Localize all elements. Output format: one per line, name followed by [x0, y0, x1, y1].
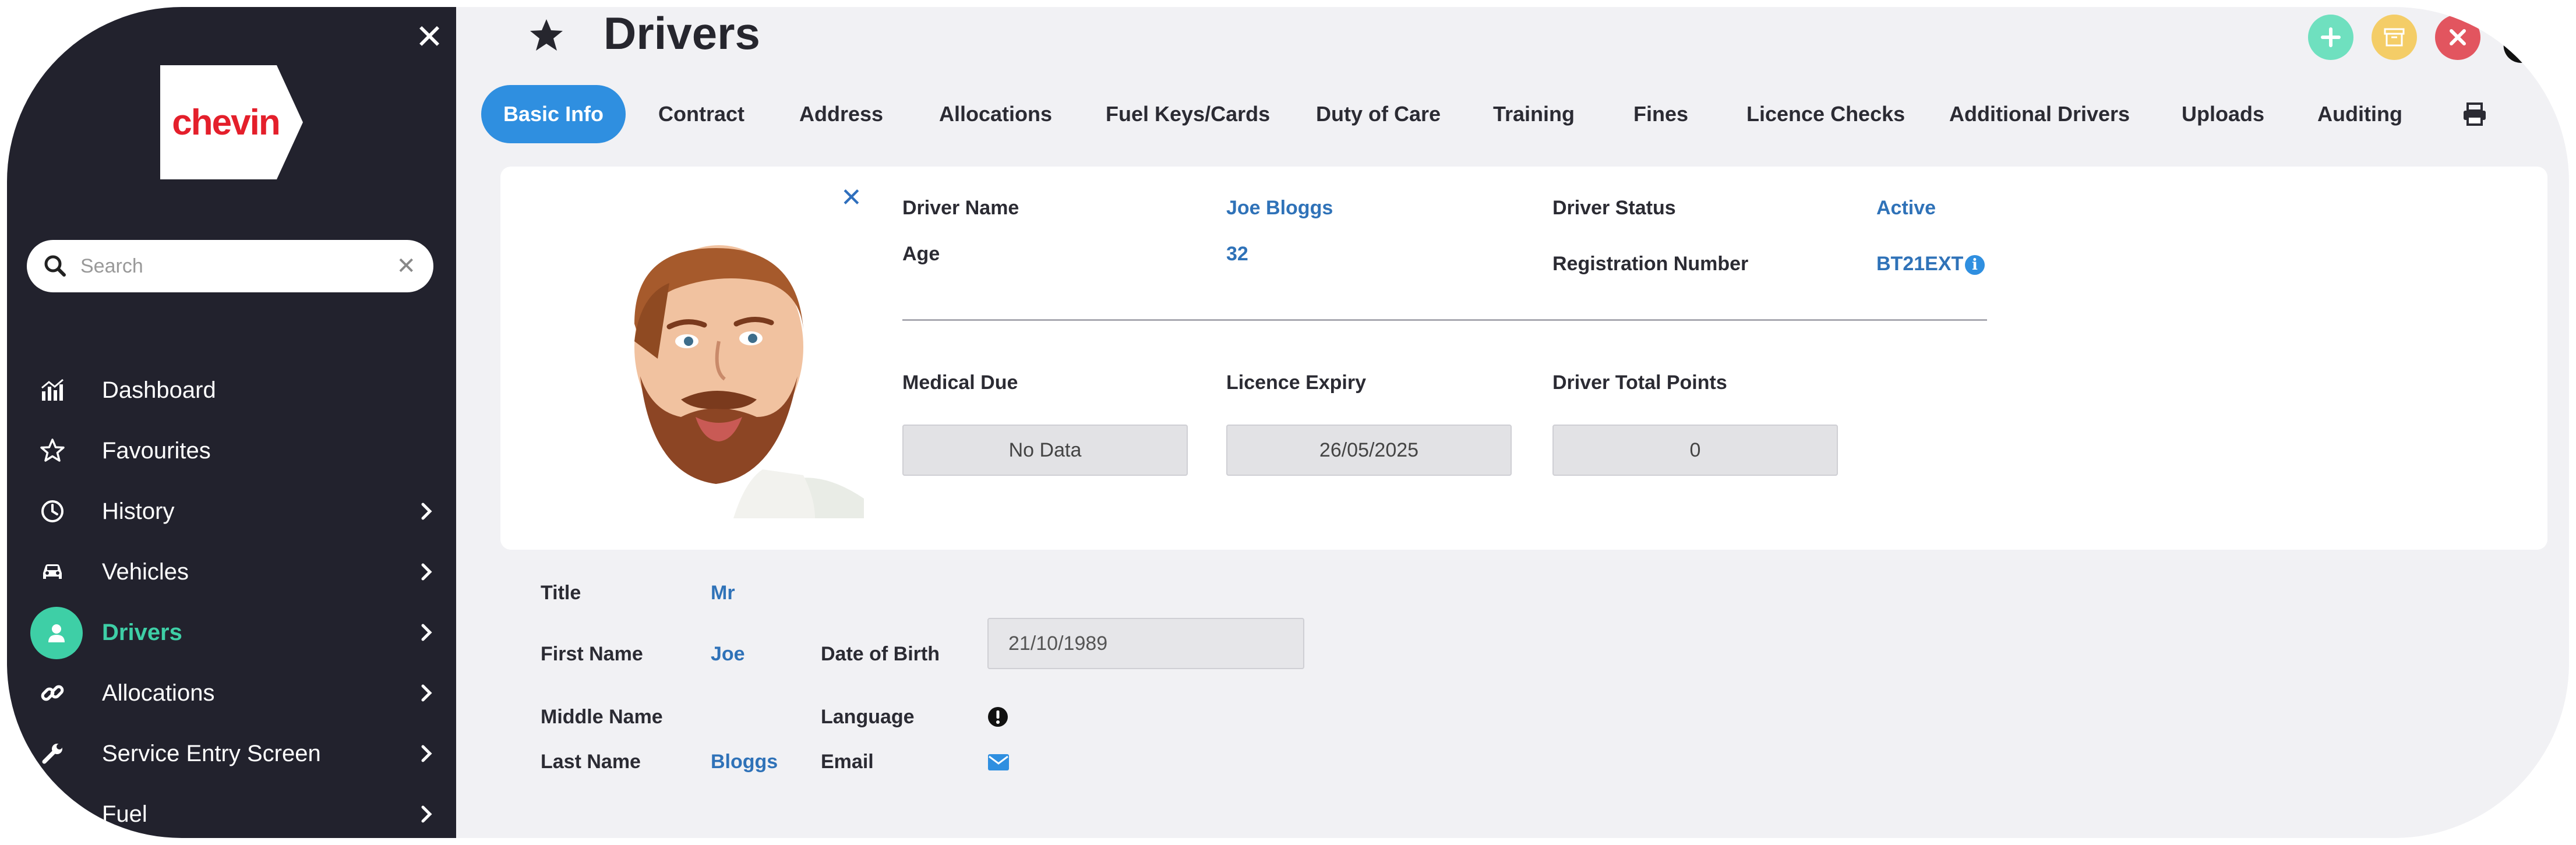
registration-label: Registration Number	[1552, 253, 1749, 275]
tab-basic-info[interactable]: Basic Info	[481, 85, 626, 143]
warning-icon	[988, 707, 1008, 727]
sidebar-item-history[interactable]: History	[7, 481, 456, 542]
add-icon	[2321, 27, 2341, 47]
tab-auditing[interactable]: Auditing	[2317, 85, 2402, 143]
archive-button[interactable]	[2372, 15, 2417, 60]
email-icon[interactable]	[987, 754, 1010, 771]
chevron-right-icon	[421, 745, 432, 762]
title-label: Title	[541, 582, 581, 604]
language-label: Language	[821, 706, 915, 728]
dashboard-icon	[37, 375, 68, 405]
sidebar-item-favourites[interactable]: Favourites	[7, 420, 456, 481]
sidebar-item-fuel[interactable]: Fuel	[7, 784, 456, 838]
licence-expiry-label: Licence Expiry	[1226, 372, 1367, 394]
driver-status-value: Active	[1876, 197, 1936, 219]
fuel-icon	[37, 799, 68, 829]
driver-name-value[interactable]: Joe Bloggs	[1226, 197, 1333, 220]
driver-summary-card: ✕ Driver Name Joe Bloggs Age 32 Driver S…	[500, 167, 2547, 550]
archive-icon	[2384, 28, 2405, 47]
logo-text: chevin	[172, 102, 280, 143]
sidebar-item-dashboard[interactable]: Dashboard	[7, 360, 456, 420]
sidebar-item-label: Fuel	[102, 801, 147, 827]
tab-bar: Basic Info Contract Address Allocations …	[481, 85, 2555, 143]
first-name-label: First Name	[541, 643, 643, 665]
sidebar: ✕ chevin ✕	[7, 7, 456, 838]
tab-training[interactable]: Training	[1493, 85, 1575, 143]
info-icon[interactable]: i	[1965, 255, 1985, 275]
user-icon	[30, 607, 83, 659]
sidebar-item-label: History	[102, 498, 175, 524]
tab-address[interactable]: Address	[799, 85, 883, 143]
tab-additional-drivers[interactable]: Additional Drivers	[1949, 85, 2130, 143]
last-name-value: Bloggs	[711, 751, 778, 773]
tab-fuel-keys-cards[interactable]: Fuel Keys/Cards	[1106, 85, 1270, 143]
wrench-icon	[37, 738, 68, 769]
email-label: Email	[821, 751, 874, 773]
chevron-right-icon	[421, 563, 432, 581]
sidebar-item-drivers[interactable]: Drivers	[7, 602, 456, 663]
tab-fines[interactable]: Fines	[1633, 85, 1688, 143]
app-window: ✕ chevin ✕	[7, 7, 2569, 838]
star-outline-icon	[37, 436, 68, 466]
driver-status-label: Driver Status	[1552, 197, 1676, 219]
chevron-right-icon	[421, 503, 432, 520]
clear-search-icon[interactable]: ✕	[396, 254, 416, 278]
add-button[interactable]	[2308, 15, 2353, 60]
moon-icon[interactable]	[2499, 24, 2539, 65]
chevron-right-icon	[421, 684, 432, 702]
dob-field[interactable]: 21/10/1989	[987, 618, 1304, 669]
chevron-right-icon	[421, 805, 432, 823]
sidebar-nav: Dashboard Favourites History Vehicles Dr…	[7, 360, 456, 838]
age-value: 32	[1226, 243, 1248, 265]
close-record-button[interactable]	[2435, 15, 2480, 60]
medical-due-field: No Data	[902, 425, 1188, 476]
sidebar-item-label: Service Entry Screen	[102, 740, 321, 766]
licence-expiry-field: 26/05/2025	[1226, 425, 1512, 476]
sidebar-item-label: Dashboard	[102, 377, 216, 403]
clock-icon	[37, 496, 68, 526]
title-value: Mr	[711, 582, 735, 604]
sidebar-item-label: Favourites	[102, 437, 211, 464]
sidebar-item-label: Vehicles	[102, 558, 189, 585]
sidebar-item-service-entry-screen[interactable]: Service Entry Screen	[7, 723, 456, 784]
medical-due-label: Medical Due	[902, 372, 1018, 394]
driver-total-points-field: 0	[1552, 425, 1838, 476]
dob-label: Date of Birth	[821, 643, 940, 665]
registration-value[interactable]: BT21EXT	[1876, 253, 1963, 275]
driver-photo	[570, 225, 864, 518]
driver-total-points-label: Driver Total Points	[1552, 372, 1727, 394]
chevron-right-icon	[421, 624, 432, 641]
car-icon	[37, 557, 68, 587]
search-box: ✕	[27, 240, 433, 292]
last-name-label: Last Name	[541, 751, 641, 773]
first-name-value: Joe	[711, 643, 745, 665]
tab-contract[interactable]: Contract	[658, 85, 744, 143]
favourite-star-icon[interactable]	[528, 17, 565, 54]
tab-duty-of-care[interactable]: Duty of Care	[1316, 85, 1441, 143]
close-icon	[2450, 29, 2466, 45]
logo: chevin	[160, 65, 306, 179]
middle-name-label: Middle Name	[541, 706, 663, 728]
tab-licence-checks[interactable]: Licence Checks	[1746, 85, 1905, 143]
remove-photo-icon[interactable]: ✕	[841, 183, 862, 213]
sidebar-item-label: Drivers	[102, 619, 182, 645]
link-icon	[37, 678, 68, 708]
divider	[902, 319, 1987, 321]
sidebar-item-vehicles[interactable]: Vehicles	[7, 542, 456, 602]
tab-uploads[interactable]: Uploads	[2182, 85, 2264, 143]
tab-allocations[interactable]: Allocations	[939, 85, 1052, 143]
main-content: Drivers Basic Info Contract Address Allo…	[456, 7, 2569, 838]
page-title: Drivers	[604, 8, 760, 59]
driver-name-label: Driver Name	[902, 197, 1019, 219]
print-icon[interactable]	[2462, 102, 2487, 126]
search-icon	[44, 255, 66, 277]
search-input[interactable]	[79, 254, 397, 278]
sidebar-item-label: Allocations	[102, 680, 215, 706]
sidebar-item-allocations[interactable]: Allocations	[7, 663, 456, 723]
age-label: Age	[902, 243, 940, 265]
close-sidebar-button[interactable]: ✕	[412, 20, 447, 55]
